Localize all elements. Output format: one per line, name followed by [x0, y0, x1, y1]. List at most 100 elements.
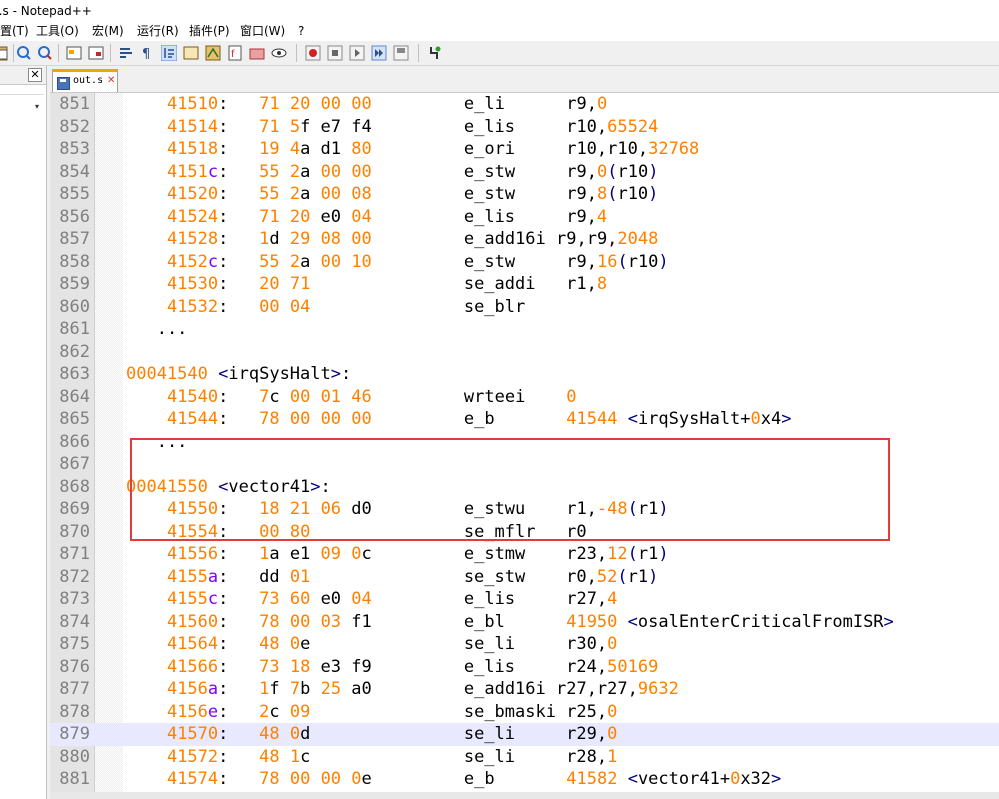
- code-line[interactable]: 880 41572: 48 1c se_li r28,1: [50, 746, 999, 769]
- svg-text:f: f: [231, 49, 235, 60]
- code-line[interactable]: 877 4156a: 1f 7b 25 a0 e_add16i r27,r27,…: [50, 678, 999, 701]
- show-all-chars-icon[interactable]: ¶: [139, 45, 155, 61]
- line-number: 874: [59, 611, 90, 632]
- code-text: 4156a: 1f 7b 25 a0 e_add16i r27,r27,9632: [166, 679, 679, 699]
- code-line[interactable]: 875 41564: 48 0e se_li r30,0: [50, 633, 999, 656]
- line-number: 860: [59, 296, 90, 317]
- record-macro-icon[interactable]: [305, 45, 321, 61]
- code-line[interactable]: 864 41540: 7c 00 01 46 wrteei 0: [50, 386, 999, 409]
- side-panel-tree[interactable]: [0, 94, 44, 795]
- menu-window[interactable]: 窗口(W): [240, 22, 285, 41]
- line-number: 853: [59, 139, 90, 159]
- line-number: 872: [59, 566, 90, 587]
- line-number: 875: [59, 634, 90, 654]
- plugin-icon[interactable]: [427, 45, 443, 61]
- code-text: 41544: 78 00 00 00 e_b 41544 <irqSysHalt…: [166, 409, 792, 429]
- code-line[interactable]: 856 41524: 71 20 e0 04 e_lis r9,4: [50, 206, 999, 229]
- save-icon: [57, 77, 70, 90]
- horizontal-scrollbar[interactable]: [50, 792, 999, 799]
- code-line[interactable]: 859 41530: 20 71 se_addi r1,8: [50, 273, 999, 296]
- line-number: 880: [59, 746, 90, 767]
- code-text: 4155c: 73 60 e0 04 e_lis r27,4: [166, 589, 618, 609]
- line-number: 873: [59, 589, 90, 609]
- line-number: 879: [59, 724, 90, 744]
- code-line[interactable]: 857 41528: 1d 29 08 00 e_add16i r9,r9,20…: [50, 228, 999, 251]
- code-line[interactable]: 853 41518: 19 4a d1 80 e_ori r10,r10,327…: [50, 138, 999, 161]
- monitor-icon[interactable]: [271, 45, 287, 61]
- code-line[interactable]: 861 ...: [50, 318, 999, 341]
- code-line[interactable]: 862: [50, 341, 999, 364]
- save-macro-icon[interactable]: [393, 45, 409, 61]
- code-line[interactable]: 873 4155c: 73 60 e0 04 e_lis r27,4: [50, 588, 999, 611]
- code-line[interactable]: 878 4156e: 2c 09 se_bmaski r25,0: [50, 701, 999, 724]
- menu-settings[interactable]: 置(T): [0, 22, 29, 41]
- menu-bar: 置(T) 工具(O) 宏(M) 运行(R) 插件(P) 窗口(W) ?: [0, 22, 999, 41]
- code-line[interactable]: 871 41556: 1a e1 09 0c e_stmw r23,12(r1): [50, 543, 999, 566]
- code-text: ...: [126, 319, 188, 339]
- code-text: 41572: 48 1c se_li r28,1: [166, 746, 618, 767]
- function-list-icon[interactable]: f: [227, 45, 243, 61]
- svg-text:¶: ¶: [142, 47, 150, 61]
- code-line[interactable]: 851 41510: 71 20 00 00 e_li r9,0: [50, 93, 999, 116]
- code-text: 4152c: 55 2a 00 10 e_stw r9,16(r10): [166, 251, 669, 272]
- word-wrap-icon[interactable]: [118, 45, 134, 61]
- close-tab-icon[interactable]: ✕: [107, 75, 115, 86]
- code-text: 41540: 7c 00 01 46 wrteei 0: [166, 386, 577, 407]
- tab-out-s[interactable]: out.s ✕: [52, 69, 118, 92]
- toolbar-separator: [13, 44, 14, 62]
- run-macro-multiple-icon[interactable]: [371, 45, 387, 61]
- play-macro-icon[interactable]: [349, 45, 365, 61]
- code-text: 4156e: 2c 09 se_bmaski r25,0: [166, 701, 618, 722]
- code-line[interactable]: 852 41514: 71 5f e7 f4 e_lis r10,65524: [50, 116, 999, 139]
- code-line[interactable]: 881 41574: 78 00 00 0e e_b 41582 <vector…: [50, 768, 999, 791]
- code-editor[interactable]: 851 41510: 71 20 00 00 e_li r9,0 852 4151…: [50, 93, 999, 799]
- doc-map-icon[interactable]: [205, 45, 221, 61]
- code-text: 4155a: dd 01 se_stw r0,52(r1): [166, 566, 659, 587]
- menu-macro[interactable]: 宏(M): [92, 22, 124, 41]
- menu-plugins[interactable]: 插件(P): [189, 22, 230, 41]
- menu-help[interactable]: ?: [298, 22, 304, 41]
- user-lang-icon[interactable]: [183, 45, 199, 61]
- code-line[interactable]: 872 4155a: dd 01 se_stw r0,52(r1): [50, 566, 999, 589]
- code-text: 00041540 <irqSysHalt>:: [126, 364, 352, 384]
- code-line[interactable]: 874 41560: 78 00 03 f1 e_bl 41950 <osalE…: [50, 611, 999, 634]
- code-text: 41514: 71 5f e7 f4 e_lis r10,65524: [166, 116, 659, 137]
- line-number: 864: [59, 386, 90, 407]
- paste-icon[interactable]: [0, 45, 10, 61]
- line-number: 868: [59, 476, 90, 497]
- replace-icon[interactable]: [88, 45, 104, 61]
- line-number: 866: [59, 431, 90, 452]
- code-line[interactable]: 855 41520: 55 2a 00 08 e_stw r9,8(r10): [50, 183, 999, 206]
- line-number: 852: [59, 116, 90, 137]
- code-line[interactable]: 879 41570: 48 0d se_li r29,0: [50, 723, 999, 746]
- stop-macro-icon[interactable]: [327, 45, 343, 61]
- code-line[interactable]: 860 41532: 00 04 se_blr: [50, 296, 999, 319]
- line-number: 870: [59, 521, 90, 542]
- undo-icon[interactable]: [16, 45, 32, 61]
- code-text: 41520: 55 2a 00 08 e_stw r9,8(r10): [166, 184, 659, 204]
- line-number: 871: [59, 544, 90, 564]
- code-text: 41532: 00 04 se_blr: [166, 296, 567, 317]
- menu-tools[interactable]: 工具(O): [36, 22, 79, 41]
- code-line[interactable]: 863 00041540 <irqSysHalt>:: [50, 363, 999, 386]
- redo-icon[interactable]: [37, 45, 53, 61]
- line-number: 881: [59, 769, 90, 789]
- folder-icon[interactable]: [249, 45, 265, 61]
- code-line[interactable]: 876 41566: 73 18 e3 f9 e_lis r24,50169: [50, 656, 999, 679]
- line-number: 859: [59, 274, 90, 294]
- code-line[interactable]: 854 4151c: 55 2a 00 00 e_stw r9,0(r10): [50, 161, 999, 184]
- code-line[interactable]: 858 4152c: 55 2a 00 10 e_stw r9,16(r10): [50, 251, 999, 274]
- code-text: 41530: 20 71 se_addi r1,8: [166, 274, 608, 294]
- tab-label: out.s: [73, 75, 104, 86]
- side-panel: ✕ ▾: [0, 66, 47, 799]
- line-number: 861: [59, 319, 90, 339]
- menu-run[interactable]: 运行(R): [137, 22, 179, 41]
- line-number: 854: [59, 161, 90, 182]
- close-icon[interactable]: ✕: [28, 68, 42, 82]
- find-icon[interactable]: [66, 45, 82, 61]
- side-panel-header: ✕: [0, 66, 46, 85]
- code-text: 41524: 71 20 e0 04 e_lis r9,4: [166, 206, 608, 227]
- code-text: 41574: 78 00 00 0e e_b 41582 <vector41+0…: [166, 769, 782, 789]
- code-line[interactable]: 865 41544: 78 00 00 00 e_b 41544 <irqSys…: [50, 408, 999, 431]
- indent-guide-icon[interactable]: [161, 45, 177, 61]
